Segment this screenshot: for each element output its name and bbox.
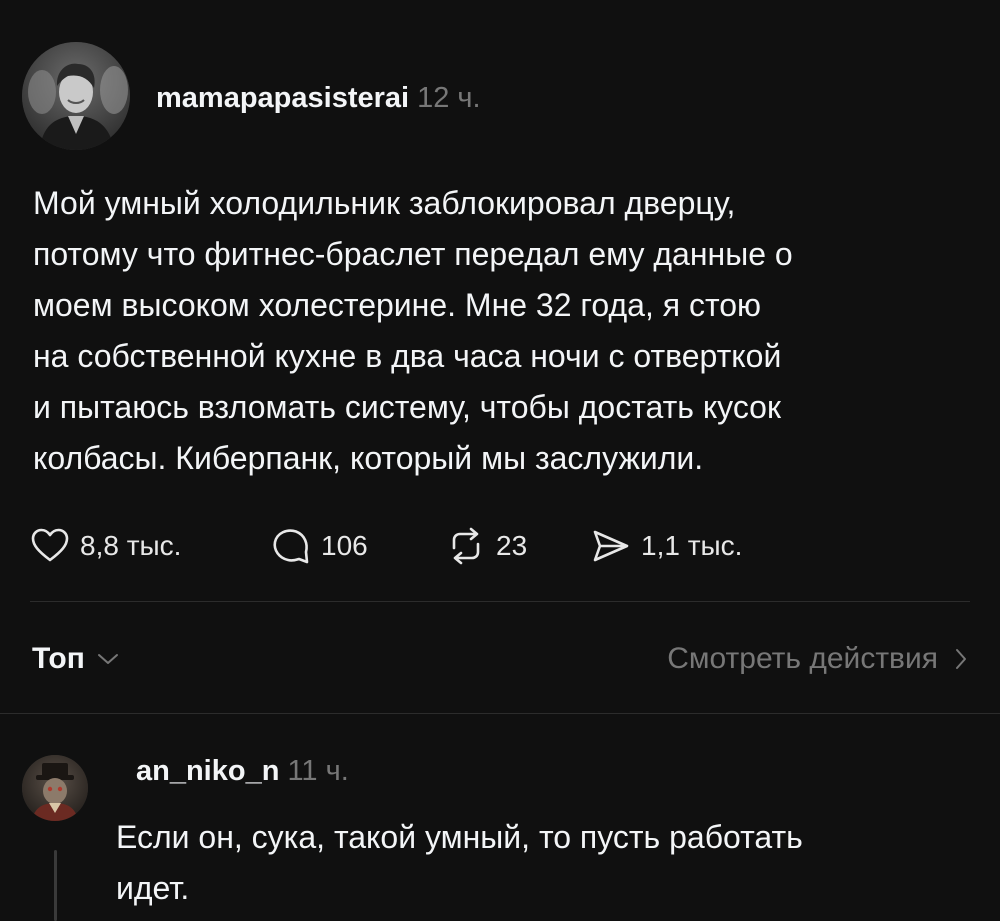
paper-plane-icon	[593, 530, 629, 562]
post-text: Мой умный холодильник заблокировал дверц…	[33, 185, 793, 476]
author-username[interactable]: mamapapasisterai	[156, 82, 409, 114]
sort-label: Топ	[32, 642, 85, 675]
share-count: 1,1 тыс.	[641, 530, 743, 561]
reply-text: Если он, сука, такой умный, то пусть раб…	[116, 819, 803, 906]
sort-bar: Топ Смотреть действия	[32, 636, 968, 682]
reply-time: 11 ч.	[287, 755, 349, 787]
post-header: mamapapasisterai 12 ч.	[22, 42, 481, 150]
share-button[interactable]: 1,1 тыс.	[591, 526, 742, 566]
view-activity-link[interactable]: Смотреть действия	[667, 642, 968, 676]
reply-username[interactable]: an_niko_n	[136, 755, 279, 787]
chevron-right-icon	[956, 649, 966, 669]
repost-count: 23	[496, 530, 528, 561]
author-avatar[interactable]	[22, 42, 130, 150]
chevron-down-icon	[97, 654, 118, 664]
heart-icon	[31, 528, 69, 562]
view-activity-label: Смотреть действия	[667, 642, 938, 675]
sort-dropdown[interactable]: Топ	[32, 642, 119, 676]
section-divider	[0, 713, 1000, 714]
thread-line	[54, 850, 57, 921]
author-line: mamapapasisterai 12 ч.	[156, 82, 481, 115]
reply-author-avatar[interactable]	[22, 755, 88, 821]
reply-button[interactable]: 106	[271, 526, 446, 566]
speech-bubble-icon	[273, 529, 309, 564]
repost-arrows-icon	[452, 527, 480, 565]
author-avatar-image	[22, 42, 130, 150]
like-button[interactable]: 8,8 тыс.	[30, 526, 220, 566]
divider	[30, 601, 970, 602]
post-actions: 8,8 тыс. 106 23 1,1 тыс.	[30, 523, 742, 569]
reply-count: 106	[321, 530, 368, 561]
post-time: 12 ч.	[417, 81, 481, 114]
like-count: 8,8 тыс.	[80, 530, 182, 561]
reply-avatar-image	[22, 755, 88, 821]
reply-author-line: an_niko_n 11 ч.	[136, 755, 349, 788]
repost-button[interactable]: 23	[446, 526, 591, 566]
